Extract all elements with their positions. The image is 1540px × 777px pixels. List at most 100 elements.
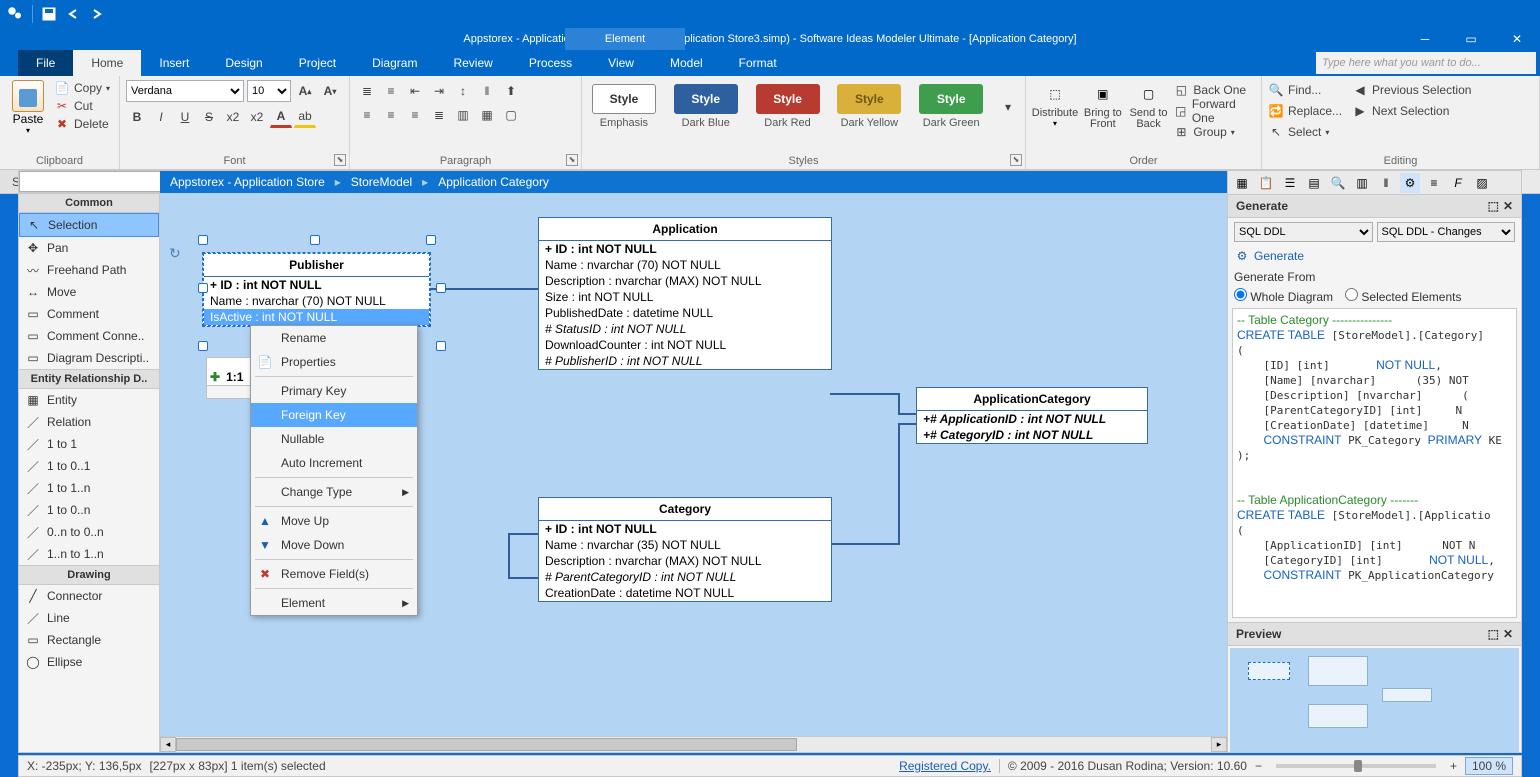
align-top-icon[interactable]: ⬆ (500, 80, 522, 102)
tell-me-search[interactable]: Type here what you want to do... (1316, 52, 1536, 74)
replace-button[interactable]: 🔁Replace... (1268, 101, 1342, 121)
menu-review[interactable]: Review (435, 50, 510, 76)
ctx-primary-key[interactable]: Primary Key (251, 379, 417, 403)
preview-pin-icon[interactable]: ⬚ (1488, 627, 1499, 641)
font-dialog-launcher[interactable]: ⬊ (334, 154, 346, 166)
style-dark-green[interactable]: StyleDark Green (915, 84, 987, 129)
panel-icon-5[interactable]: 🔍 (1328, 173, 1348, 193)
text-direction-icon[interactable]: ↕ (452, 80, 474, 102)
numbering-icon[interactable]: ≡ (380, 80, 402, 102)
copy-button[interactable]: 📄Copy ▾ (54, 80, 110, 96)
subscript-button[interactable]: x2 (222, 106, 244, 128)
diagram-canvas[interactable]: Publisher + ID : int NOT NULLName : nvar… (160, 193, 1227, 752)
whole-diagram-radio[interactable]: Whole Diagram (1234, 288, 1333, 304)
maximize-button[interactable]: ▭ (1448, 28, 1494, 50)
preview-canvas[interactable] (1230, 648, 1519, 752)
paste-button[interactable]: Paste▾ (6, 78, 50, 150)
tool-rectangle[interactable]: ▭Rectangle (19, 629, 159, 651)
paragraph-dialog-launcher[interactable]: ⬊ (566, 154, 578, 166)
forward-one-button[interactable]: ◲Forward One (1173, 101, 1255, 121)
close-button[interactable]: ✕ (1494, 28, 1540, 50)
tool-ellipse[interactable]: ◯Ellipse (19, 651, 159, 673)
ctx-foreign-key[interactable]: Foreign Key (251, 403, 417, 427)
ctx-element[interactable]: Element▶ (251, 591, 417, 615)
menu-home[interactable]: Home (73, 50, 141, 76)
font-family-select[interactable]: Verdana (126, 80, 244, 102)
redo-icon[interactable] (89, 6, 105, 22)
tool-relation[interactable]: ／Relation (19, 411, 159, 433)
zoom-slider[interactable] (1276, 764, 1436, 768)
line-spacing-icon[interactable]: ‖ (476, 80, 498, 102)
toolbox-section-header[interactable]: Entity Relationship D.. (19, 369, 159, 389)
zoom-out-button[interactable]: − (1255, 759, 1262, 773)
breadcrumb-item[interactable]: Application Category (438, 175, 549, 189)
outdent-icon[interactable]: ⇤ (404, 80, 426, 102)
entity-field[interactable]: # StatusID : int NOT NULL (539, 321, 831, 337)
entity-field[interactable]: # ParentCategoryID : int NOT NULL (539, 569, 831, 585)
send-to-back-button[interactable]: ▢Send to Back (1128, 80, 1170, 142)
minimize-button[interactable]: ─ (1402, 28, 1448, 50)
tool-freehand-path[interactable]: 〰Freehand Path (19, 259, 159, 281)
entity-field[interactable]: CreationDate : datetime NOT NULL (539, 585, 831, 601)
tool-1-to-1-n[interactable]: ／1 to 1..n (19, 477, 159, 499)
ctx-auto-increment[interactable]: Auto Increment (251, 451, 417, 475)
tool-comment-conne-[interactable]: ▭Comment Conne.. (19, 325, 159, 347)
scroll-left-button[interactable]: ◂ (160, 737, 176, 752)
panel-close-icon[interactable]: ✕ (1503, 199, 1513, 213)
panel-pin-icon[interactable]: ⬚ (1488, 199, 1499, 213)
entity-field[interactable]: + ID : int NOT NULL (204, 277, 429, 293)
ctx-move-up[interactable]: ▲Move Up (251, 509, 417, 533)
panel-icon-1[interactable]: ▦ (1232, 173, 1252, 193)
horizontal-scrollbar[interactable]: ◂ ▸ (160, 736, 1227, 752)
panel-icon-9[interactable]: ≡ (1424, 173, 1444, 193)
ctx-properties[interactable]: 📄Properties (251, 350, 417, 374)
entity-field[interactable]: + ID : int NOT NULL (539, 241, 831, 257)
panel-icon-10[interactable]: F (1448, 173, 1468, 193)
shrink-font-icon[interactable]: A▾ (319, 80, 341, 102)
indent-icon[interactable]: ⇥ (428, 80, 450, 102)
tool-diagram-descripti-[interactable]: ▭Diagram Descripti.. (19, 347, 159, 369)
entity-application[interactable]: Application + ID : int NOT NULLName : nv… (538, 217, 832, 370)
ctx-move-down[interactable]: ▼Move Down (251, 533, 417, 557)
undo-icon[interactable] (65, 6, 81, 22)
entity-category[interactable]: Category + ID : int NOT NULLName : nvarc… (538, 497, 832, 602)
entity-field[interactable]: Name : nvarchar (35) NOT NULL (539, 537, 831, 553)
next-selection-button[interactable]: ▶Next Selection (1352, 101, 1471, 121)
align-right-icon[interactable]: ≡ (404, 104, 426, 126)
menu-diagram[interactable]: Diagram (354, 50, 435, 76)
entity-field[interactable]: # PublisherID : int NOT NULL (539, 353, 831, 369)
entity-field[interactable]: Name : nvarchar (70) NOT NULL (204, 293, 429, 309)
panel-icon-2[interactable]: 📋 (1256, 173, 1276, 193)
preview-close-icon[interactable]: ✕ (1503, 627, 1513, 641)
generate-mode-select[interactable]: SQL DDL - Changes (1377, 222, 1516, 242)
scroll-right-button[interactable]: ▸ (1211, 737, 1227, 752)
tool-move[interactable]: ↔Move (19, 281, 159, 303)
entity-field[interactable]: PublishedDate : datetime NULL (539, 305, 831, 321)
font-size-select[interactable]: 10 (247, 80, 291, 102)
panel-icon-4[interactable]: ▤ (1304, 173, 1324, 193)
entity-field[interactable]: +# CategoryID : int NOT NULL (917, 427, 1147, 443)
bring-to-front-button[interactable]: ▣Bring to Front (1082, 80, 1124, 142)
tool-1-to-0-1[interactable]: ／1 to 0..1 (19, 455, 159, 477)
tool-selection[interactable]: ↖Selection (19, 213, 159, 237)
grow-font-icon[interactable]: A▴ (294, 80, 316, 102)
zoom-value[interactable]: 100 % (1465, 757, 1513, 775)
panel-icon-7[interactable]: ‖ (1376, 173, 1396, 193)
align-center-icon[interactable]: ≡ (380, 104, 402, 126)
bullets-icon[interactable]: ≣ (356, 80, 378, 102)
justify-icon[interactable]: ≣ (428, 104, 450, 126)
menu-project[interactable]: Project (281, 50, 354, 76)
generate-button[interactable]: ⚙Generate (1234, 246, 1515, 266)
entity-field[interactable]: Description : nvarchar (MAX) NOT NULL (539, 273, 831, 289)
panel-icon-8[interactable]: ⚙ (1400, 173, 1420, 193)
style-dark-red[interactable]: StyleDark Red (752, 84, 824, 129)
font-color-button[interactable]: A (270, 106, 292, 128)
ctx-remove-field-s-[interactable]: ✖Remove Field(s) (251, 562, 417, 586)
entity-field[interactable]: +# ApplicationID : int NOT NULL (917, 411, 1147, 427)
tool-line[interactable]: ／Line (19, 607, 159, 629)
toolbox-section-header[interactable]: Common (19, 193, 159, 213)
save-icon[interactable] (41, 6, 57, 22)
generate-target-select[interactable]: SQL DDL (1234, 222, 1373, 242)
style-dark-blue[interactable]: StyleDark Blue (670, 84, 742, 129)
zoom-in-button[interactable]: + (1450, 759, 1457, 773)
